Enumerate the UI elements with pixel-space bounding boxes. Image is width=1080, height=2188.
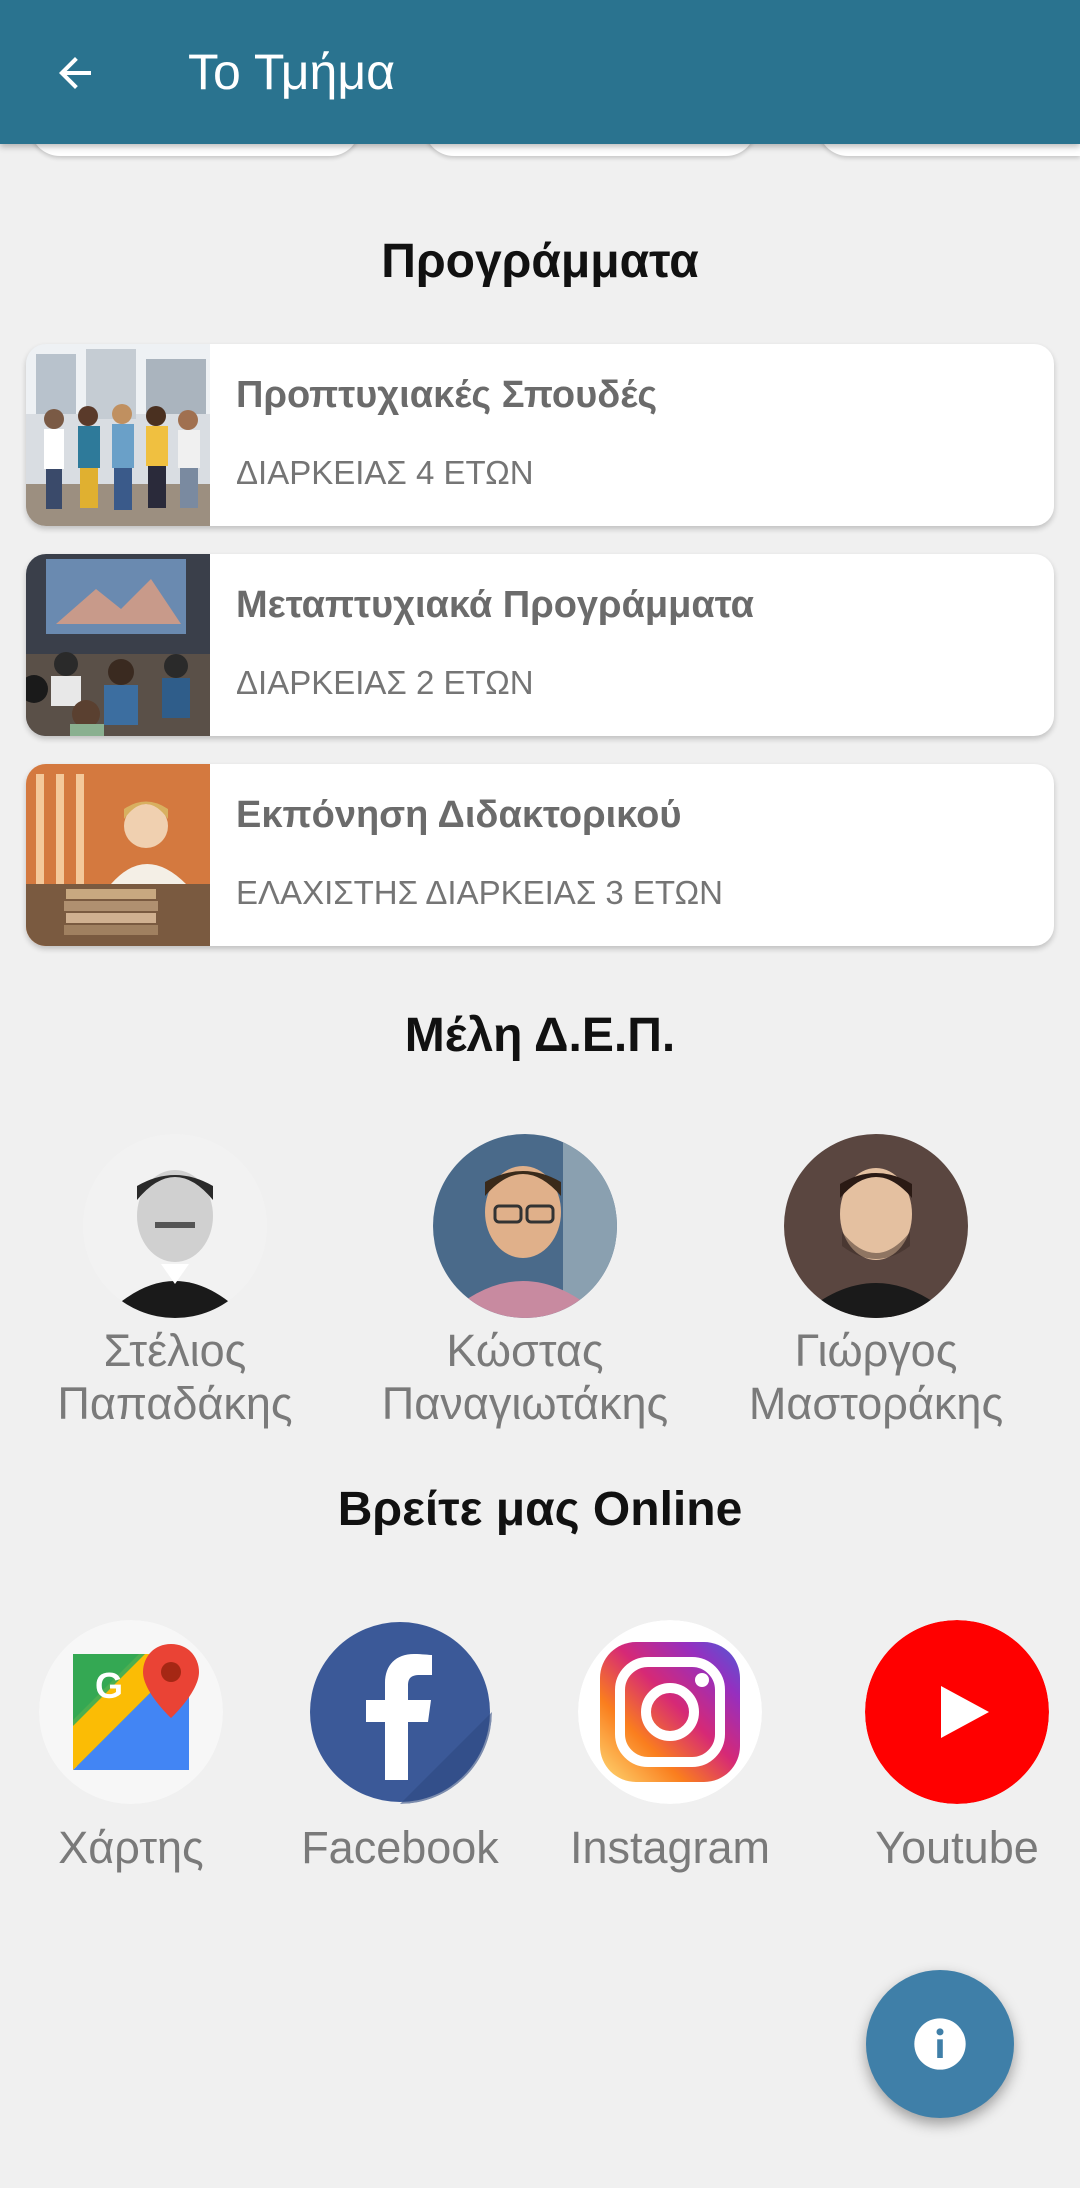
member-last-name: Μαστοράκης — [748, 1378, 1004, 1429]
facebook-icon — [310, 1622, 492, 1804]
students-photo — [26, 344, 210, 526]
program-duration: ΔΙΑΡΚΕΙΑΣ 4 ΕΤΩΝ — [236, 454, 534, 491]
svg-text:G: G — [95, 1665, 123, 1706]
members-heading: Μέλη Δ.Ε.Π. — [404, 1009, 676, 1062]
arrow-back-icon — [59, 57, 91, 89]
lecture-hall-photo — [26, 554, 210, 736]
program-card-undergraduate[interactable]: Προπτυχιακές Σπουδές ΔΙΑΡΚΕΙΑΣ 4 ΕΤΩΝ — [26, 344, 1054, 526]
program-title: Προπτυχιακές Σπουδές — [236, 374, 658, 416]
member-giorgos-mastorakis[interactable]: Γιώργος Μαστοράκης — [716, 1134, 1036, 1430]
info-icon — [914, 2018, 966, 2070]
online-heading: Βρείτε μας Online — [337, 1483, 743, 1536]
social-label: Instagram — [569, 1822, 771, 1873]
avatar — [83, 1134, 267, 1318]
member-first-name: Στέλιος — [103, 1325, 247, 1376]
instagram-icon — [578, 1620, 762, 1804]
info-button[interactable] — [866, 1970, 1014, 2118]
member-last-name: Παναγιωτάκης — [381, 1378, 669, 1429]
social-label: Youtube — [875, 1822, 1039, 1873]
member-first-name: Κώστας — [446, 1325, 604, 1376]
program-card-phd[interactable]: Εκπόνηση Διδακτορικού ΕΛΑΧΙΣΤΗΣ ΔΙΑΡΚΕΙΑ… — [26, 764, 1054, 946]
library-photo — [26, 764, 210, 946]
member-kostas-panagiotakis[interactable]: Κώστας Παναγιωτάκης — [365, 1134, 685, 1430]
instagram-link[interactable]: Instagram — [550, 1620, 790, 1874]
google-maps-icon: G — [39, 1620, 223, 1804]
maps-link[interactable]: G Χάρτης — [11, 1620, 251, 1874]
member-stelios-papadakis[interactable]: Στέλιος Παπαδάκης — [15, 1134, 335, 1430]
avatar — [433, 1134, 617, 1318]
youtube-icon — [865, 1620, 1049, 1804]
programs-heading: Προγράμματα — [381, 235, 699, 288]
member-first-name: Γιώργος — [794, 1325, 958, 1376]
program-duration: ΔΙΑΡΚΕΙΑΣ 2 ΕΤΩΝ — [236, 664, 534, 701]
app-bar: Το Τμήμα — [0, 0, 1080, 144]
program-duration: ΕΛΑΧΙΣΤΗΣ ΔΙΑΡΚΕΙΑΣ 3 ΕΤΩΝ — [236, 874, 723, 911]
youtube-link[interactable]: Youtube — [837, 1620, 1077, 1874]
facebook-link[interactable]: Facebook — [280, 1620, 520, 1874]
program-title: Εκπόνηση Διδακτορικού — [236, 794, 682, 836]
program-title: Μεταπτυχιακά Προγράμματα — [236, 584, 755, 626]
page-title: Το Τμήμα — [188, 44, 396, 100]
social-label: Facebook — [301, 1822, 499, 1873]
member-last-name: Παπαδάκης — [57, 1378, 293, 1429]
program-card-postgraduate[interactable]: Μεταπτυχιακά Προγράμματα ΔΙΑΡΚΕΙΑΣ 2 ΕΤΩ… — [26, 554, 1054, 736]
avatar — [784, 1134, 968, 1318]
back-button[interactable] — [40, 38, 110, 108]
social-label: Χάρτης — [58, 1822, 204, 1873]
